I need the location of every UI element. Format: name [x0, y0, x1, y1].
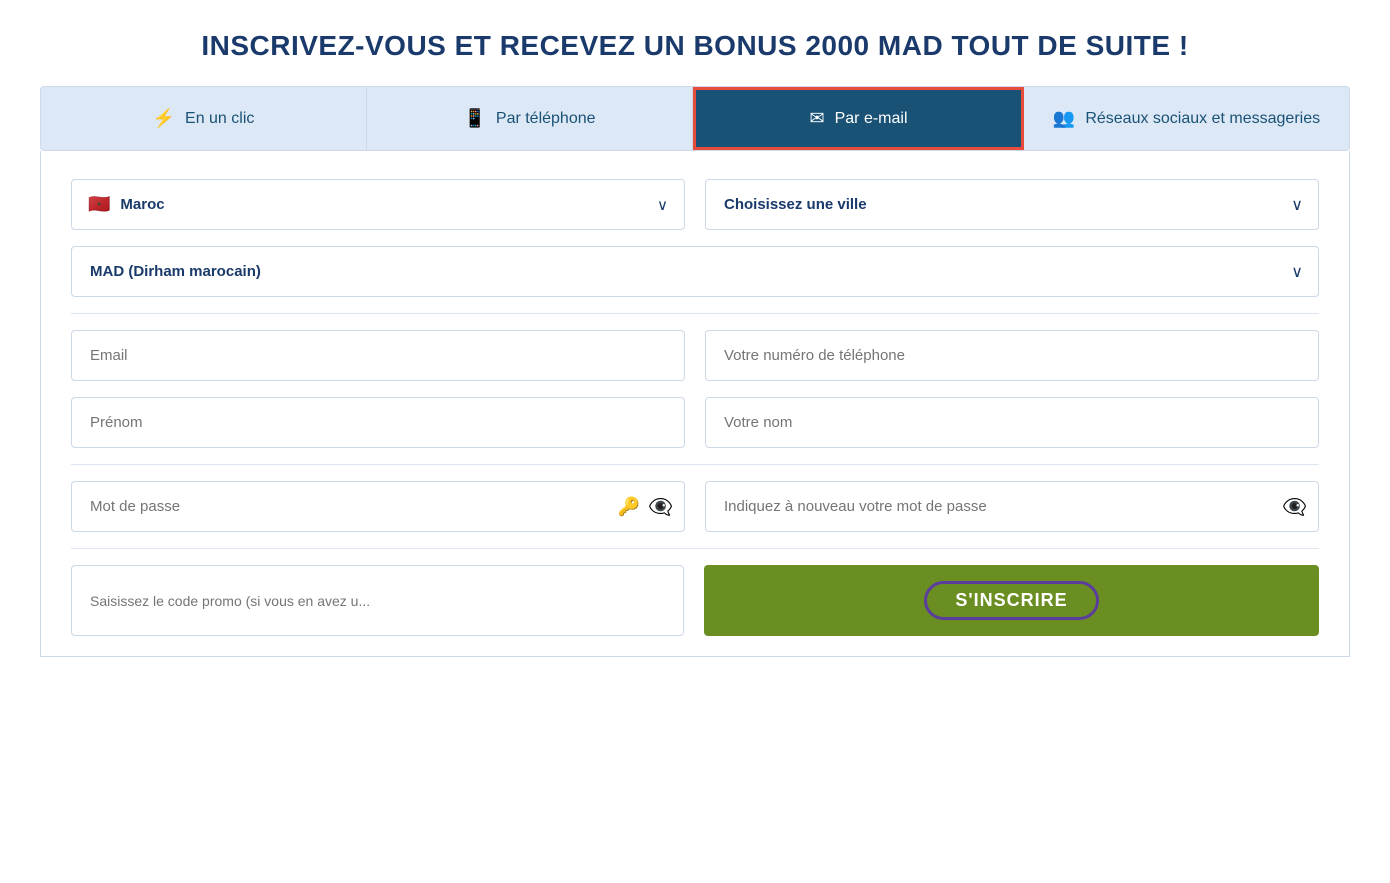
password-input[interactable]: [71, 481, 685, 532]
tab-email[interactable]: ✉ Par e-mail: [693, 87, 1024, 150]
eye-slash-icon[interactable]: 👁‍🗨: [648, 494, 673, 519]
country-select-wrapper[interactable]: 🇲🇦 Maroc ∨: [71, 179, 685, 230]
confirm-eye-slash-icon[interactable]: 👁‍🗨: [1282, 494, 1307, 519]
tab-social[interactable]: 👥 Réseaux sociaux et messageries: [1024, 87, 1349, 150]
email-icon: ✉: [810, 108, 825, 129]
currency-select[interactable]: MAD (Dirham marocain): [71, 246, 1319, 297]
phone-icon: 📱: [463, 108, 485, 129]
country-chevron-icon: ∨: [657, 196, 668, 214]
currency-row: MAD (Dirham marocain) ∨: [71, 246, 1319, 297]
password-icons: 🔑 👁‍🗨: [618, 494, 673, 519]
tab-social-label: Réseaux sociaux et messageries: [1085, 110, 1320, 128]
city-select-wrapper[interactable]: Choisissez une ville ∨: [705, 179, 1319, 230]
morocco-flag-icon: 🇲🇦: [88, 194, 110, 215]
divider-1: [71, 313, 1319, 314]
submit-button[interactable]: S'INSCRIRE: [704, 565, 1319, 636]
confirm-password-icons: 👁‍🗨: [1282, 494, 1307, 519]
registration-form: 🇲🇦 Maroc ∨ Choisissez une ville ∨ MAD (D…: [40, 151, 1350, 657]
submit-row: S'INSCRIRE: [71, 565, 1319, 636]
country-city-row: 🇲🇦 Maroc ∨ Choisissez une ville ∨: [71, 179, 1319, 230]
firstname-input[interactable]: [71, 397, 685, 448]
promo-input[interactable]: [71, 565, 684, 636]
country-select[interactable]: 🇲🇦 Maroc ∨: [71, 179, 685, 230]
confirm-password-wrapper: 👁‍🗨: [705, 481, 1319, 532]
tab-phone-label: Par téléphone: [496, 110, 596, 128]
submit-button-label: S'INSCRIRE: [924, 581, 1098, 620]
password-row: 🔑 👁‍🗨 👁‍🗨: [71, 481, 1319, 532]
name-row: [71, 397, 1319, 448]
confirm-password-input[interactable]: [705, 481, 1319, 532]
key-icon[interactable]: 🔑: [618, 496, 640, 517]
country-label: Maroc: [120, 196, 647, 213]
lastname-input[interactable]: [705, 397, 1319, 448]
email-phone-row: [71, 330, 1319, 381]
tab-email-label: Par e-mail: [835, 110, 908, 128]
lightning-icon: ⚡: [153, 108, 175, 129]
tab-one-click-label: En un clic: [185, 110, 254, 128]
page-title: INSCRIVEZ-VOUS ET RECEVEZ UN BONUS 2000 …: [40, 30, 1350, 62]
currency-select-wrapper[interactable]: MAD (Dirham marocain) ∨: [71, 246, 1319, 297]
tab-one-click[interactable]: ⚡ En un clic: [41, 87, 367, 150]
divider-2: [71, 464, 1319, 465]
tabs-container: ⚡ En un clic 📱 Par téléphone ✉ Par e-mai…: [40, 86, 1350, 151]
divider-3: [71, 548, 1319, 549]
phone-input[interactable]: [705, 330, 1319, 381]
social-icon: 👥: [1053, 108, 1075, 129]
tab-phone[interactable]: 📱 Par téléphone: [367, 87, 693, 150]
email-input[interactable]: [71, 330, 685, 381]
city-select[interactable]: Choisissez une ville: [705, 179, 1319, 230]
password-wrapper: 🔑 👁‍🗨: [71, 481, 685, 532]
